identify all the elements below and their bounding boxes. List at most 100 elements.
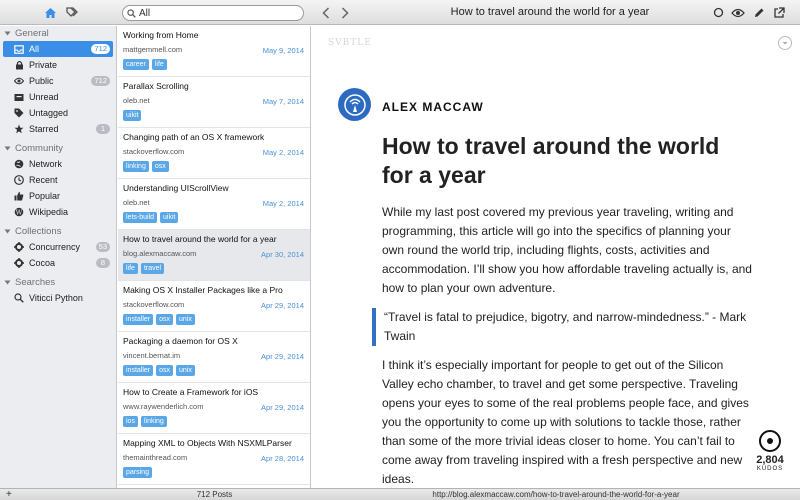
gear-icon (14, 258, 24, 268)
list-item-selected[interactable]: How to travel around the world for a yea… (118, 230, 310, 281)
article-title: Packaging a daemon for OS X (123, 336, 238, 346)
list-item[interactable]: Parallax Scrolling oleb.net May 7, 2014 … (118, 77, 310, 128)
post-count: 712 Posts (196, 490, 233, 499)
tag-chip[interactable]: uikit (123, 110, 142, 121)
article-date: Apr 29, 2014 (261, 301, 304, 310)
article-title: Mapping XML to Objects With NSXMLParser (123, 438, 292, 448)
globe-icon (14, 159, 24, 169)
article-title: Parallax Scrolling (123, 81, 189, 91)
tag-chip[interactable]: parsing (123, 467, 152, 478)
sidebar-item-popular[interactable]: Popular (0, 188, 116, 204)
lock-icon (14, 60, 24, 70)
sidebar-item-viticci-python[interactable]: Viticci Python (0, 290, 116, 306)
sidebar-item-label: Cocoa (29, 258, 56, 268)
thumbs-up-icon (14, 191, 24, 201)
section-searches[interactable]: Searches (0, 275, 116, 290)
sidebar-item-label: Wikipedia (29, 207, 69, 217)
list-item[interactable]: Making OS X Installer Packages like a Pr… (118, 281, 310, 332)
sidebar-item-label: All (29, 44, 40, 54)
tag-chip[interactable]: lets-build (123, 212, 158, 223)
section-collections[interactable]: Collections (0, 224, 116, 239)
list-item[interactable]: Understanding UIScrollView oleb.net May … (118, 179, 310, 230)
search-icon (127, 8, 136, 18)
list-item[interactable]: Packaging a daemon for OS X vincent.bern… (118, 332, 310, 383)
kudos-circle-icon (759, 430, 781, 452)
article-date: Apr 29, 2014 (261, 352, 304, 361)
tag-chip[interactable]: ios (123, 416, 138, 427)
sidebar-item-label: Starred (29, 124, 59, 134)
sidebar: General All 712 Private Public 712 Unrea… (0, 26, 117, 488)
blog-logo (338, 88, 371, 121)
article-title: Changing path of an OS X framework (123, 132, 265, 142)
article-date: Apr 30, 2014 (261, 250, 304, 259)
pencil-icon[interactable] (751, 5, 766, 20)
sidebar-item-public[interactable]: Public 712 (0, 73, 116, 89)
tag-chip[interactable]: life (151, 59, 167, 70)
section-general[interactable]: General (0, 26, 116, 41)
disclosure-down-icon[interactable] (4, 279, 11, 286)
article-title: How to travel around the world for a yea… (123, 234, 277, 244)
search-field[interactable] (122, 5, 304, 21)
tag-chip[interactable]: osx (156, 365, 174, 376)
tag-icon (14, 108, 24, 118)
forward-icon[interactable] (337, 5, 352, 20)
sidebar-item-network[interactable]: Network (0, 156, 116, 172)
options-circle-icon[interactable] (778, 36, 792, 50)
list-item[interactable]: Mapping XML to Objects With NSXMLParser … (118, 434, 310, 485)
paragraph: I think it’s especially important for pe… (382, 358, 749, 486)
sidebar-item-unread[interactable]: Unread (0, 89, 116, 105)
article-date: Apr 29, 2014 (261, 403, 304, 412)
sidebar-item-cocoa[interactable]: Cocoa 8 (0, 255, 116, 271)
sidebar-item-wikipedia[interactable]: W Wikipedia (0, 204, 116, 220)
tag-chip[interactable]: installer (123, 314, 154, 325)
reader-pane: SVBTLE ALEX MACCAW How to travel around … (312, 26, 800, 488)
tag-chip[interactable]: travel (140, 263, 165, 274)
list-item[interactable]: Changing path of an OS X framework stack… (118, 128, 310, 179)
tag-chip[interactable]: unix (176, 314, 195, 325)
sidebar-item-untagged[interactable]: Untagged (0, 105, 116, 121)
wikipedia-icon: W (14, 207, 24, 217)
disclosure-down-icon[interactable] (4, 145, 11, 152)
add-button[interactable]: + (6, 489, 12, 500)
list-item[interactable]: Working from Home mattgemmell.com May 9,… (118, 26, 310, 77)
sidebar-item-recent[interactable]: Recent (0, 172, 116, 188)
sidebar-item-starred[interactable]: Starred 1 (0, 121, 116, 137)
list-item[interactable]: How to Create a Framework for iOS www.ra… (118, 383, 310, 434)
back-icon[interactable] (318, 5, 333, 20)
eye-icon[interactable] (730, 5, 745, 20)
section-title: Collections (15, 226, 62, 237)
tag-chip[interactable]: unix (176, 365, 195, 376)
kudos-label: KUDOS (756, 466, 784, 472)
toolbar: How to travel around the world for a yea… (0, 0, 800, 25)
unread-circle-icon[interactable] (711, 5, 726, 20)
tag-chip[interactable]: osx (151, 161, 169, 172)
disclosure-down-icon[interactable] (4, 228, 11, 235)
tag-chip[interactable]: osx (156, 314, 174, 325)
kudos-button[interactable]: 2,804 KUDOS (750, 430, 790, 472)
share-icon[interactable] (771, 5, 786, 20)
paragraph: While my last post covered my previous y… (382, 205, 752, 295)
tags-icon[interactable] (65, 5, 80, 20)
tag-chip[interactable]: life (123, 263, 138, 274)
feed-label: SVBTLE (328, 38, 372, 48)
sidebar-item-private[interactable]: Private (0, 57, 116, 73)
tag-chip[interactable]: installer (123, 365, 154, 376)
article-date: May 7, 2014 (262, 97, 304, 106)
tag-chip[interactable]: career (123, 59, 149, 70)
section-community[interactable]: Community (0, 141, 116, 156)
sidebar-item-concurrency[interactable]: Concurrency 53 (0, 239, 116, 255)
disclosure-down-icon[interactable] (4, 30, 11, 37)
sidebar-item-all[interactable]: All 712 (3, 41, 113, 57)
article-date: Apr 28, 2014 (261, 454, 304, 463)
tag-chip[interactable]: linking (123, 161, 149, 172)
tag-chip[interactable]: linking (140, 416, 167, 427)
unread-tray-icon (14, 92, 24, 102)
tag-chip[interactable]: uikit (160, 212, 179, 223)
search-icon (14, 293, 24, 303)
article-title: Working from Home (123, 30, 199, 40)
sidebar-item-label: Viticci Python (29, 293, 83, 303)
clock-icon (14, 175, 24, 185)
home-icon[interactable] (43, 5, 58, 20)
search-input[interactable] (139, 7, 289, 19)
section-title: Community (15, 143, 64, 154)
